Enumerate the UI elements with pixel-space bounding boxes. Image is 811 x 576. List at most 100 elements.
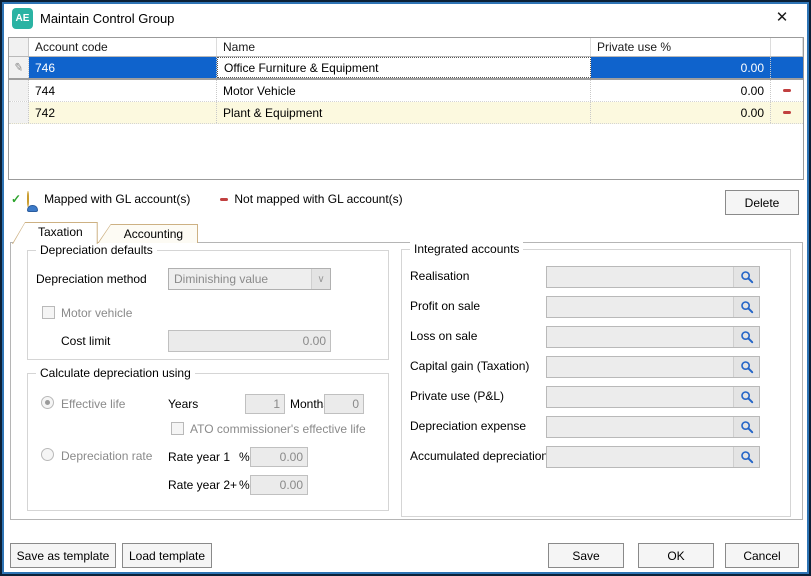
effective-life-radio xyxy=(41,396,54,409)
account-code-cell[interactable]: 746 xyxy=(29,57,217,78)
name-cell-editing[interactable]: Office Furniture & Equipment xyxy=(217,57,591,78)
grid-header-private-use: Private use % xyxy=(591,38,771,56)
account-lookup-input xyxy=(547,387,733,407)
rate-year2-pct: % xyxy=(239,478,250,492)
integrated-account-label: Depreciation expense xyxy=(410,419,526,433)
save-as-template-button[interactable]: Save as template xyxy=(10,543,116,568)
integrated-account-field xyxy=(546,446,760,468)
account-lookup-input xyxy=(547,327,733,347)
close-icon[interactable]: ✕ xyxy=(773,8,791,26)
private-use-cell[interactable]: 0.00 xyxy=(591,80,771,101)
mapping-legend: ✓ Mapped with GL account(s) Not mapped w… xyxy=(11,192,403,206)
maintain-control-group-dialog: AE Maintain Control Group ✕ Account code… xyxy=(0,0,811,576)
years-input xyxy=(245,394,285,414)
row-selector xyxy=(9,80,29,101)
group-label: Integrated accounts xyxy=(410,242,523,256)
integrated-accounts-group: Integrated accounts RealisationProfit on… xyxy=(401,249,791,517)
integrated-account-field xyxy=(546,296,760,318)
ae-app-icon: AE xyxy=(12,8,33,29)
status-cell xyxy=(771,102,803,123)
search-icon[interactable] xyxy=(733,447,759,467)
integrated-account-label: Accumulated depreciation xyxy=(410,449,548,463)
grid-header-account-code: Account code xyxy=(29,38,217,56)
depreciation-method-dropdown: Diminishing value ∨ xyxy=(168,268,331,290)
cost-limit-label: Cost limit xyxy=(61,334,110,348)
tab-taxation[interactable]: Taxation xyxy=(12,222,98,244)
load-template-button[interactable]: Load template xyxy=(122,543,212,568)
search-icon[interactable] xyxy=(733,387,759,407)
gl-account-person-icon xyxy=(27,192,38,206)
grid-header-name: Name xyxy=(217,38,591,56)
mapped-legend-label: Mapped with GL account(s) xyxy=(44,192,190,206)
integrated-account-label: Private use (P&L) xyxy=(410,389,504,403)
account-lookup-input xyxy=(547,267,733,287)
calculate-depreciation-group: Calculate depreciation using Effective l… xyxy=(27,373,389,511)
group-label: Depreciation defaults xyxy=(36,243,157,257)
ato-effective-life-checkbox xyxy=(171,422,184,435)
years-label: Years xyxy=(168,397,198,411)
private-use-cell[interactable]: 0.00 xyxy=(591,102,771,123)
integrated-account-label: Capital gain (Taxation) xyxy=(410,359,529,373)
name-cell[interactable]: Plant & Equipment xyxy=(217,102,591,123)
taxation-tab-panel: Depreciation defaults Depreciation metho… xyxy=(10,242,803,520)
control-group-grid: Account code Name Private use % ✎ 746 Of… xyxy=(8,37,804,180)
integrated-account-field xyxy=(546,266,760,288)
not-mapped-icon xyxy=(783,89,791,92)
motor-vehicle-label: Motor vehicle xyxy=(61,306,132,320)
dropdown-value: Diminishing value xyxy=(169,272,311,286)
status-cell xyxy=(771,57,803,78)
not-mapped-icon xyxy=(783,111,791,114)
table-row[interactable]: 744 Motor Vehicle 0.00 xyxy=(9,80,803,102)
depreciation-defaults-group: Depreciation defaults Depreciation metho… xyxy=(27,250,389,360)
cancel-button[interactable]: Cancel xyxy=(725,543,799,568)
grid-header-status xyxy=(771,38,803,56)
depreciation-method-label: Depreciation method xyxy=(36,272,147,286)
integrated-account-label: Profit on sale xyxy=(410,299,480,313)
save-button[interactable]: Save xyxy=(548,543,624,568)
account-lookup-input xyxy=(547,357,733,377)
status-cell xyxy=(771,80,803,101)
integrated-account-field xyxy=(546,416,760,438)
group-label: Calculate depreciation using xyxy=(36,366,195,380)
grid-header-selector xyxy=(9,38,29,56)
search-icon[interactable] xyxy=(733,357,759,377)
account-lookup-input xyxy=(547,417,733,437)
mapped-check-icon: ✓ xyxy=(11,192,21,206)
ok-button[interactable]: OK xyxy=(638,543,714,568)
grid-header-row: Account code Name Private use % xyxy=(9,38,803,57)
name-cell[interactable]: Motor Vehicle xyxy=(217,80,591,101)
search-icon[interactable] xyxy=(733,417,759,437)
account-code-cell[interactable]: 744 xyxy=(29,80,217,101)
title-bar: AE Maintain Control Group ✕ xyxy=(6,6,805,34)
account-lookup-input xyxy=(547,447,733,467)
grid-empty-area xyxy=(9,124,803,179)
not-mapped-icon xyxy=(220,198,228,201)
account-lookup-input xyxy=(547,297,733,317)
tab-strip: Taxation Accounting xyxy=(12,222,198,243)
motor-vehicle-checkbox xyxy=(42,306,55,319)
row-selector: ✎ xyxy=(9,57,29,78)
account-code-cell[interactable]: 742 xyxy=(29,102,217,123)
rate-year1-label: Rate year 1 xyxy=(168,450,230,464)
rate-year2-input xyxy=(250,475,308,495)
delete-button[interactable]: Delete xyxy=(725,190,799,215)
table-row[interactable]: 742 Plant & Equipment 0.00 xyxy=(9,102,803,124)
integrated-account-label: Loss on sale xyxy=(410,329,477,343)
integrated-account-label: Realisation xyxy=(410,269,469,283)
search-icon[interactable] xyxy=(733,267,759,287)
depreciation-rate-radio xyxy=(41,448,54,461)
chevron-down-icon: ∨ xyxy=(311,269,330,289)
rate-year1-input xyxy=(250,447,308,467)
rate-year2-label: Rate year 2+ xyxy=(168,478,237,492)
window-title: Maintain Control Group xyxy=(40,11,174,26)
cost-limit-input xyxy=(168,330,331,352)
search-icon[interactable] xyxy=(733,327,759,347)
row-selector xyxy=(9,102,29,123)
private-use-cell[interactable]: 0.00 xyxy=(591,57,771,78)
months-input xyxy=(324,394,364,414)
search-icon[interactable] xyxy=(733,297,759,317)
tab-accounting[interactable]: Accounting xyxy=(98,224,198,243)
table-row[interactable]: ✎ 746 Office Furniture & Equipment 0.00 xyxy=(9,57,803,80)
integrated-account-field xyxy=(546,356,760,378)
integrated-account-field xyxy=(546,386,760,408)
